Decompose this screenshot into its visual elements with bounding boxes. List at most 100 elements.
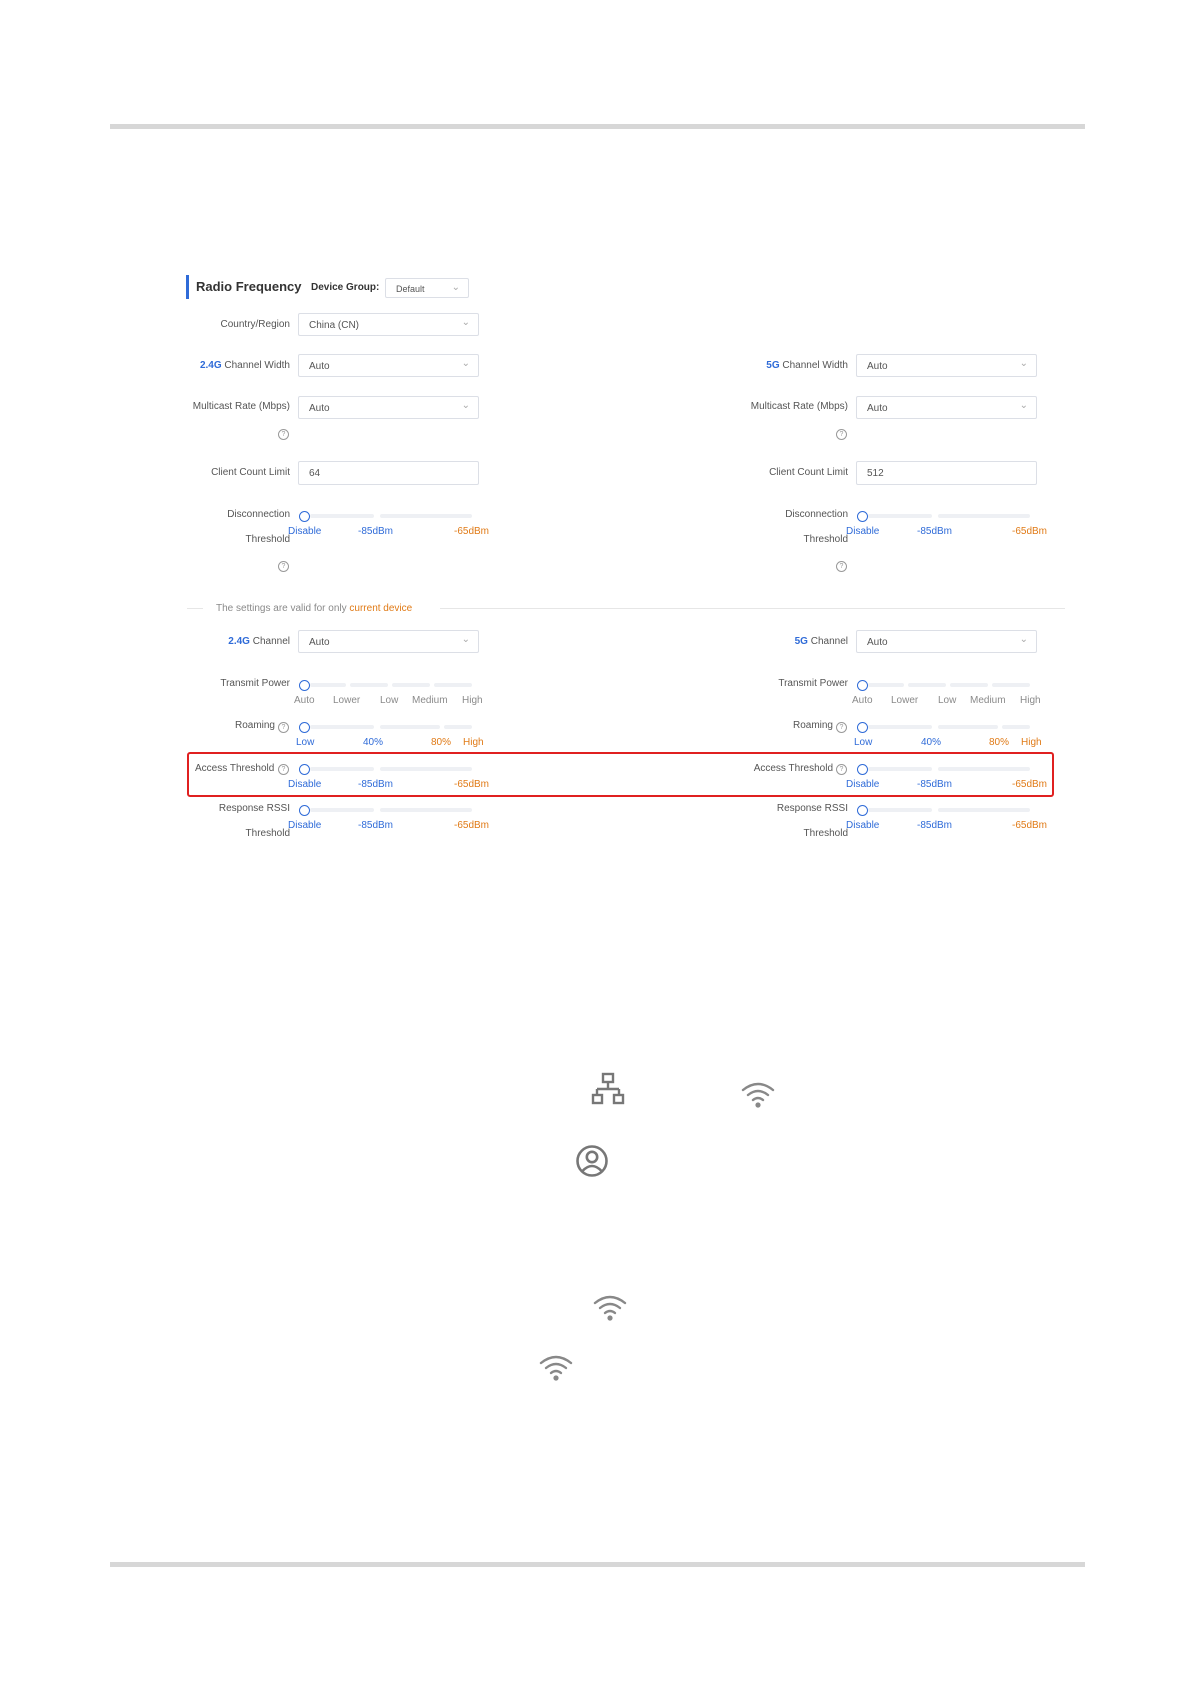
roaming-24g-slider-handle[interactable] bbox=[299, 722, 310, 733]
disconnection-5g-label-2: Threshold bbox=[803, 534, 848, 545]
slider-track[interactable] bbox=[444, 725, 472, 729]
wifi-icon bbox=[741, 1082, 775, 1108]
channel-width-24g-value: Auto bbox=[309, 361, 330, 372]
wifi-icon bbox=[539, 1355, 573, 1381]
chevron-down-icon: ⌄ bbox=[1019, 358, 1028, 369]
help-icon[interactable]: ? bbox=[278, 722, 289, 733]
slider-tick-label: -85dBm bbox=[917, 526, 953, 537]
slider-tick-label: High bbox=[1021, 737, 1042, 748]
slider-tick-label: 80% bbox=[989, 737, 1010, 748]
slider-track[interactable] bbox=[868, 808, 932, 812]
country-select[interactable]: China (CN) ⌄ bbox=[298, 313, 479, 336]
channel-width-24g-label: 2.4G Channel Width bbox=[199, 360, 290, 371]
slider-tick-label: High bbox=[462, 695, 483, 706]
chevron-down-icon: ⌄ bbox=[461, 317, 470, 328]
slider-track[interactable] bbox=[434, 683, 472, 687]
multicast-5g-select[interactable]: Auto ⌄ bbox=[856, 396, 1037, 419]
slider-track[interactable] bbox=[992, 683, 1030, 687]
slider-track[interactable] bbox=[950, 683, 988, 687]
slider-track[interactable] bbox=[868, 725, 932, 729]
slider-tick-label: Medium bbox=[970, 695, 1006, 706]
multicast-5g-label: Multicast Rate (Mbps) bbox=[750, 401, 848, 412]
slider-track[interactable] bbox=[380, 725, 440, 729]
slider-track[interactable] bbox=[310, 683, 346, 687]
slider-track[interactable] bbox=[938, 514, 1030, 518]
help-icon[interactable]: ? bbox=[836, 722, 847, 733]
slider-tick-label: Disable bbox=[846, 820, 880, 831]
slider-track[interactable] bbox=[938, 725, 998, 729]
channel-width-5g-select[interactable]: Auto ⌄ bbox=[856, 354, 1037, 377]
channel-24g-select[interactable]: Auto ⌄ bbox=[298, 630, 479, 653]
client-limit-24g-input[interactable]: 64 bbox=[298, 461, 479, 485]
response-rssi-5g-slider-handle[interactable] bbox=[857, 805, 868, 816]
section-divider bbox=[440, 608, 1065, 609]
transmit-power-24g-label: Transmit Power bbox=[220, 678, 290, 689]
channel-24g-value: Auto bbox=[309, 637, 330, 648]
title-accent-bar bbox=[186, 275, 189, 299]
slider-tick-label: Low bbox=[854, 737, 873, 748]
help-icon[interactable]: ? bbox=[278, 561, 289, 572]
help-icon[interactable]: ? bbox=[836, 561, 847, 572]
slider-tick-label: -65dBm bbox=[454, 820, 490, 831]
slider-track[interactable] bbox=[350, 683, 388, 687]
disconnection-5g-slider-handle[interactable] bbox=[857, 511, 868, 522]
channel-5g-value: Auto bbox=[867, 637, 888, 648]
help-icon[interactable]: ? bbox=[836, 429, 847, 440]
transmit-power-24g-slider-handle[interactable] bbox=[299, 680, 310, 691]
slider-track[interactable] bbox=[868, 683, 904, 687]
channel-24g-label: 2.4G Channel bbox=[228, 636, 290, 647]
disconnection-24g-slider-handle[interactable] bbox=[299, 511, 310, 522]
slider-track[interactable] bbox=[380, 808, 472, 812]
slider-tick-label: Disable bbox=[288, 820, 322, 831]
slider-tick-label: Low bbox=[380, 695, 399, 706]
channel-5g-select[interactable]: Auto ⌄ bbox=[856, 630, 1037, 653]
slider-tick-label: -65dBm bbox=[454, 526, 490, 537]
client-limit-5g-label: Client Count Limit bbox=[769, 467, 848, 478]
slider-tick-label: Disable bbox=[846, 526, 880, 537]
roaming-5g-slider-handle[interactable] bbox=[857, 722, 868, 733]
slider-track[interactable] bbox=[868, 514, 932, 518]
slider-tick-label: -85dBm bbox=[917, 820, 953, 831]
chevron-down-icon: ⌄ bbox=[451, 282, 460, 293]
slider-track[interactable] bbox=[908, 683, 946, 687]
slider-tick-label: Lower bbox=[891, 695, 919, 706]
channel-width-24g-select[interactable]: Auto ⌄ bbox=[298, 354, 479, 377]
disconnection-24g-label: Disconnection bbox=[227, 509, 290, 520]
country-value: China (CN) bbox=[309, 320, 360, 331]
slider-tick-label: -65dBm bbox=[1012, 526, 1048, 537]
page-title: Radio Frequency bbox=[196, 279, 302, 294]
slider-track[interactable] bbox=[1002, 725, 1030, 729]
slider-tick-label: Auto bbox=[294, 695, 315, 706]
slider-track[interactable] bbox=[310, 514, 374, 518]
chevron-down-icon: ⌄ bbox=[461, 400, 470, 411]
slider-track[interactable] bbox=[380, 514, 472, 518]
chevron-down-icon: ⌄ bbox=[461, 358, 470, 369]
help-icon[interactable]: ? bbox=[278, 429, 289, 440]
device-group-select[interactable]: Default ⌄ bbox=[385, 278, 469, 298]
section-divider bbox=[187, 608, 203, 609]
response-rssi-24g-label-2: Threshold bbox=[245, 828, 290, 839]
slider-track[interactable] bbox=[310, 725, 374, 729]
wifi-icon bbox=[593, 1295, 627, 1321]
chevron-down-icon: ⌄ bbox=[1019, 400, 1028, 411]
multicast-5g-value: Auto bbox=[867, 403, 888, 414]
slider-track[interactable] bbox=[392, 683, 430, 687]
chevron-down-icon: ⌄ bbox=[1019, 634, 1028, 645]
slider-track[interactable] bbox=[310, 808, 374, 812]
transmit-power-5g-label: Transmit Power bbox=[778, 678, 848, 689]
response-rssi-24g-slider-handle[interactable] bbox=[299, 805, 310, 816]
device-group-label: Device Group: bbox=[311, 282, 380, 293]
network-topology-icon bbox=[591, 1072, 625, 1105]
slider-track[interactable] bbox=[938, 808, 1030, 812]
transmit-power-5g-slider-handle[interactable] bbox=[857, 680, 868, 691]
channel-width-5g-label: 5G Channel Width bbox=[766, 360, 848, 371]
response-rssi-24g-label: Response RSSI bbox=[218, 803, 290, 814]
user-circle-icon bbox=[576, 1145, 608, 1177]
multicast-24g-label: Multicast Rate (Mbps) bbox=[192, 401, 290, 412]
multicast-24g-select[interactable]: Auto ⌄ bbox=[298, 396, 479, 419]
slider-tick-label: -85dBm bbox=[358, 526, 394, 537]
access-threshold-highlight-box bbox=[187, 752, 1054, 797]
client-limit-5g-input[interactable]: 512 bbox=[856, 461, 1037, 485]
slider-tick-label: Low bbox=[938, 695, 957, 706]
roaming-5g-label: Roaming bbox=[792, 720, 833, 731]
